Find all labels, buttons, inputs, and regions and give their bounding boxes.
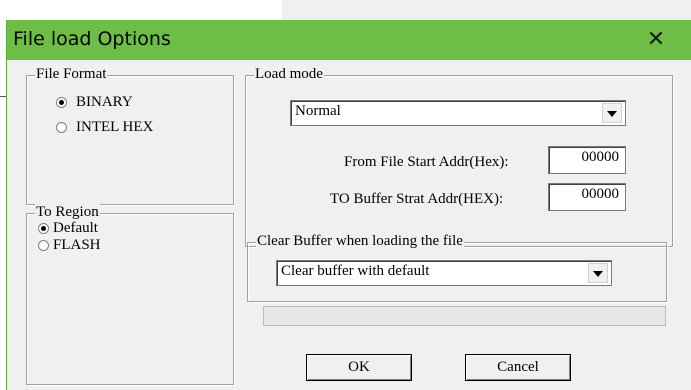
radio-binary-label: BINARY <box>76 94 133 110</box>
file-format-group: File Format BINARY INTEL HEX <box>26 66 234 205</box>
clear-buffer-group: Clear Buffer when loading the file Clear… <box>247 233 667 302</box>
progress-bar <box>263 306 666 326</box>
radio-binary-indicator[interactable] <box>56 97 67 108</box>
radio-flash-indicator[interactable] <box>38 240 49 251</box>
from-addr-input[interactable] <box>548 146 626 174</box>
file-format-legend: File Format <box>35 66 108 83</box>
radio-intel-hex-label: INTEL HEX <box>76 119 154 135</box>
clear-buffer-selected: Clear buffer with default <box>281 263 430 279</box>
cancel-button[interactable]: Cancel <box>465 354 571 381</box>
chevron-down-icon[interactable] <box>588 263 608 283</box>
from-addr-label: From File Start Addr(Hex): <box>344 154 509 170</box>
radio-flash-label: FLASH <box>53 237 101 253</box>
close-icon[interactable]: ✕ <box>641 26 671 54</box>
title-bar: File load Options ✕ <box>7 20 691 60</box>
radio-intel-hex-indicator[interactable] <box>56 122 67 133</box>
to-buffer-addr-label: TO Buffer Strat Addr(HEX): <box>330 191 504 207</box>
to-region-group: To Region Default FLASH <box>26 204 234 385</box>
load-mode-selected: Normal <box>295 103 341 119</box>
clear-buffer-dropdown[interactable]: Clear buffer with default <box>276 260 612 286</box>
ok-button[interactable]: OK <box>306 354 412 381</box>
dialog-title: File load Options <box>13 28 171 50</box>
background-window <box>282 0 691 20</box>
file-load-options-dialog: File load Options ✕ File Format BINARY I… <box>6 20 691 390</box>
to-buffer-addr-input[interactable] <box>548 183 626 211</box>
load-mode-group: Load mode Normal From File Start Addr(He… <box>245 66 673 247</box>
load-mode-legend: Load mode <box>254 66 324 83</box>
clear-buffer-legend: Clear Buffer when loading the file <box>256 233 464 250</box>
radio-default-label: Default <box>53 220 98 236</box>
chevron-down-icon[interactable] <box>602 103 622 123</box>
to-region-legend: To Region <box>35 204 100 221</box>
radio-default-indicator[interactable] <box>38 223 49 234</box>
load-mode-dropdown[interactable]: Normal <box>290 100 626 126</box>
